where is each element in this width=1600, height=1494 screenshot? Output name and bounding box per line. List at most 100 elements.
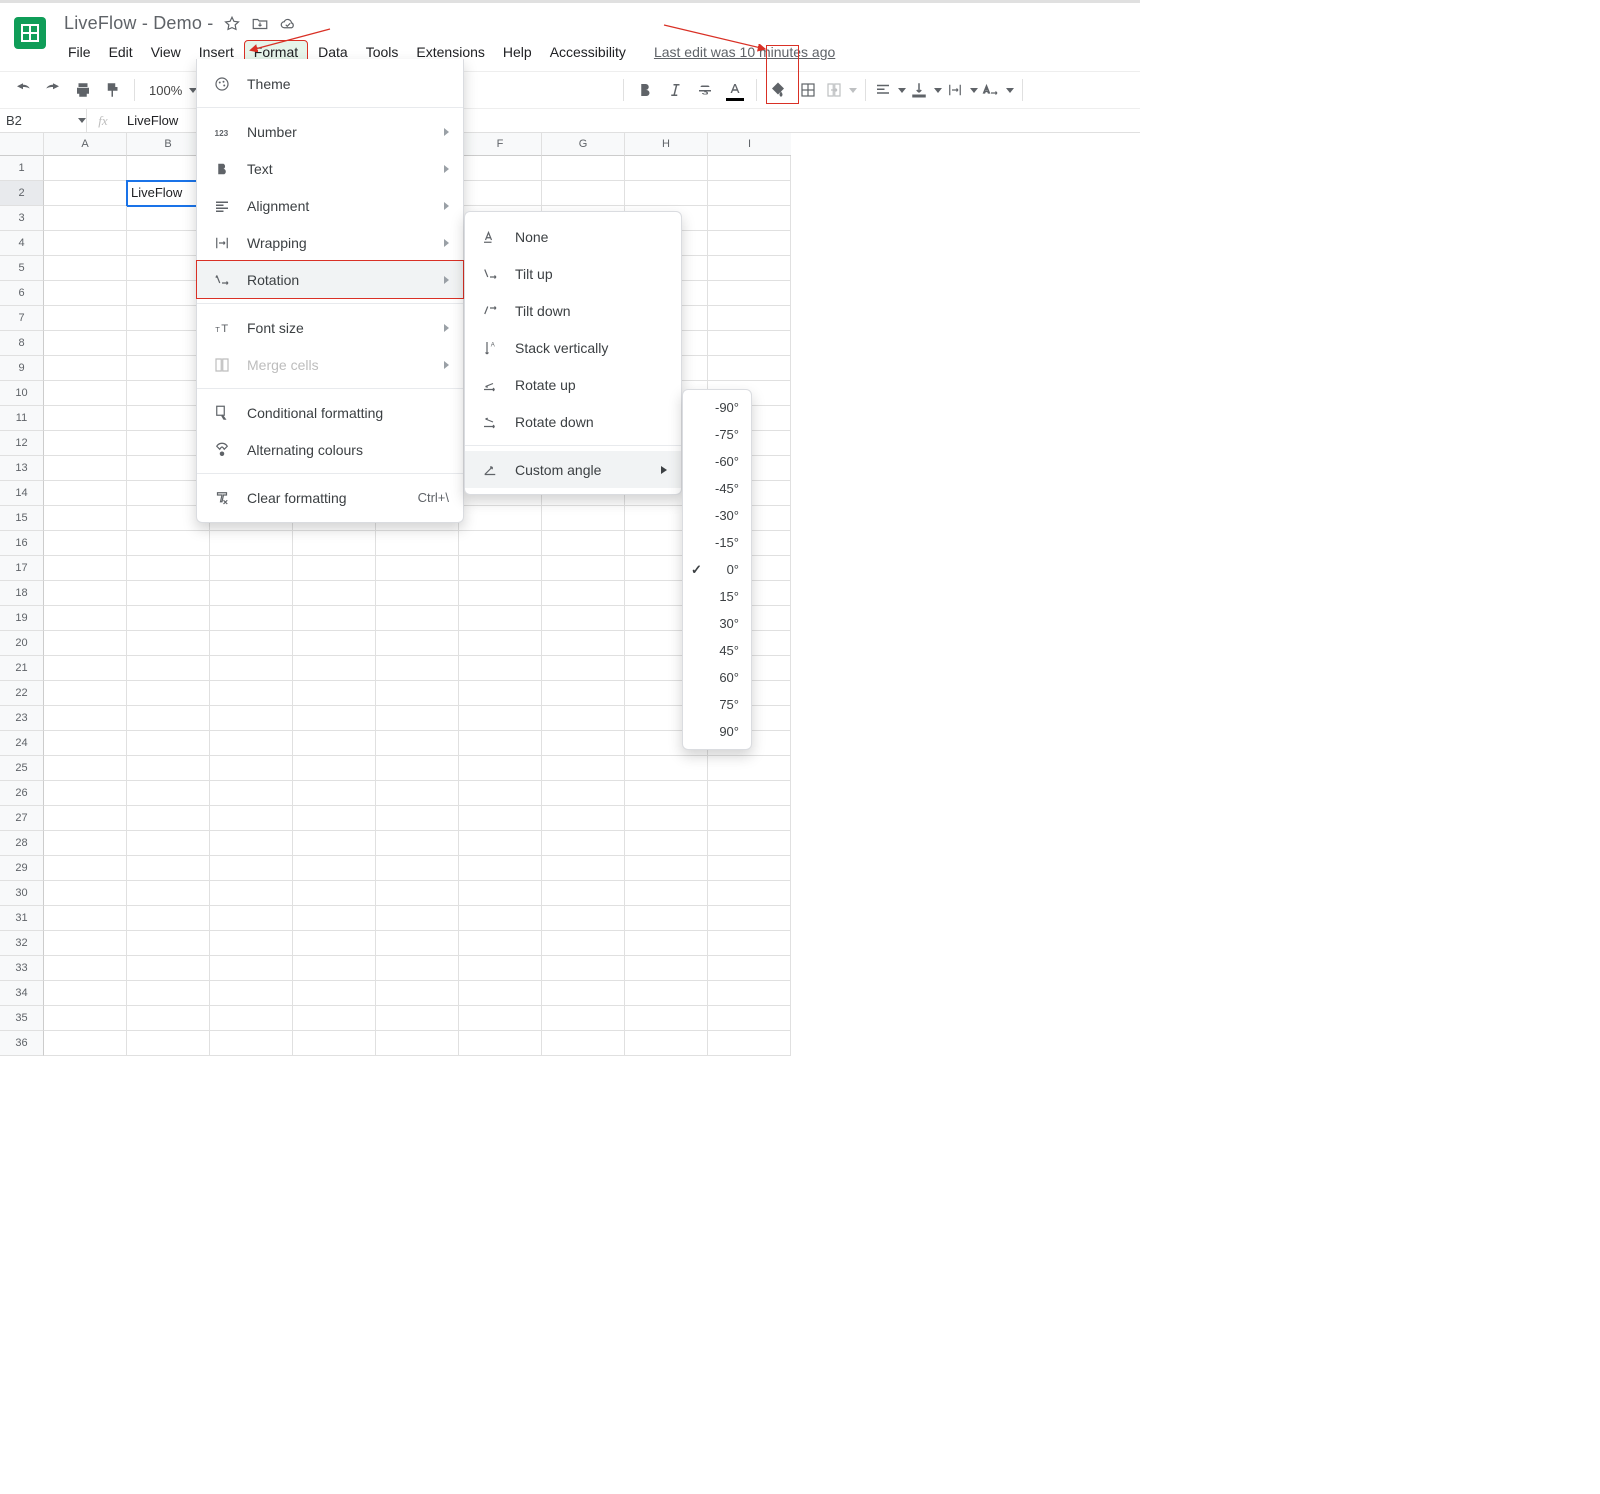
cell[interactable] [459,781,542,806]
row-header[interactable]: 4 [0,231,44,256]
cell[interactable] [459,681,542,706]
cell[interactable] [625,181,708,206]
cell[interactable] [708,756,791,781]
cell[interactable] [542,931,625,956]
menu-clear-format[interactable]: Clear formattingCtrl+\ [197,479,463,516]
cell[interactable] [127,606,210,631]
cell[interactable] [44,656,127,681]
row-header[interactable]: 11 [0,406,44,431]
menu-number[interactable]: 123Number [197,113,463,150]
cell[interactable] [708,156,791,181]
cell[interactable] [44,156,127,181]
row-header[interactable]: 3 [0,206,44,231]
horizontal-align-button[interactable] [874,81,906,99]
cell[interactable] [542,706,625,731]
cell[interactable] [293,681,376,706]
row-header[interactable]: 10 [0,381,44,406]
row-header[interactable]: 26 [0,781,44,806]
cell[interactable] [459,181,542,206]
cell[interactable] [127,981,210,1006]
cell[interactable] [542,1031,625,1056]
cell[interactable] [210,706,293,731]
cell[interactable] [44,756,127,781]
cell[interactable] [44,881,127,906]
angle-option[interactable]: 60° [683,664,751,691]
cell[interactable] [44,281,127,306]
cell[interactable] [44,181,127,206]
cell[interactable] [708,256,791,281]
cell[interactable] [542,556,625,581]
cell[interactable] [210,1006,293,1031]
cell[interactable] [210,806,293,831]
cell[interactable] [44,1006,127,1031]
borders-button[interactable] [795,77,821,103]
cell[interactable] [44,331,127,356]
cell[interactable] [708,331,791,356]
cell[interactable] [44,681,127,706]
cell[interactable] [293,856,376,881]
cell[interactable] [44,356,127,381]
cell[interactable] [127,806,210,831]
cell[interactable] [542,1006,625,1031]
cell[interactable] [708,1031,791,1056]
cell[interactable] [293,706,376,731]
cell[interactable] [708,1006,791,1031]
italic-button[interactable] [662,77,688,103]
cell[interactable] [708,881,791,906]
cell[interactable] [542,756,625,781]
cell[interactable] [459,506,542,531]
cell[interactable] [127,831,210,856]
cell[interactable] [127,1031,210,1056]
row-header[interactable]: 24 [0,731,44,756]
print-button[interactable] [70,77,96,103]
cell[interactable] [625,781,708,806]
cell[interactable] [44,581,127,606]
cell[interactable] [44,431,127,456]
cell[interactable] [625,1006,708,1031]
angle-option[interactable]: ✓0° [683,556,751,583]
cell[interactable] [376,931,459,956]
row-header[interactable]: 27 [0,806,44,831]
cell[interactable] [459,556,542,581]
col-header[interactable]: G [542,133,625,156]
cell[interactable] [293,1031,376,1056]
cell[interactable] [625,1031,708,1056]
menu-view[interactable]: View [143,40,189,64]
angle-option[interactable]: 45° [683,637,751,664]
cell[interactable] [293,1006,376,1031]
cell[interactable] [293,606,376,631]
cell[interactable] [44,1031,127,1056]
cell[interactable] [293,831,376,856]
star-icon[interactable] [223,15,241,33]
cell[interactable] [44,706,127,731]
cell[interactable] [210,656,293,681]
row-header[interactable]: 18 [0,581,44,606]
paint-format-button[interactable] [100,77,126,103]
cell[interactable] [376,756,459,781]
cell[interactable] [542,831,625,856]
cell[interactable] [708,281,791,306]
cell[interactable] [210,756,293,781]
cell[interactable] [542,506,625,531]
cell[interactable] [127,856,210,881]
rotation-rotate-down[interactable]: Rotate down [465,403,681,440]
cell[interactable] [210,856,293,881]
cell[interactable] [708,856,791,881]
menu-cond-format[interactable]: Conditional formatting [197,394,463,431]
cell[interactable] [376,806,459,831]
cell[interactable] [625,906,708,931]
cell[interactable] [625,981,708,1006]
cell[interactable] [459,806,542,831]
cell[interactable] [459,656,542,681]
cell[interactable] [459,631,542,656]
cell[interactable] [542,781,625,806]
cell[interactable] [459,831,542,856]
cell[interactable] [625,831,708,856]
cell[interactable] [293,656,376,681]
cell[interactable] [210,881,293,906]
row-header[interactable]: 2 [0,181,44,206]
cell[interactable] [708,231,791,256]
row-header[interactable]: 8 [0,331,44,356]
col-header[interactable]: F [459,133,542,156]
cell[interactable] [376,581,459,606]
